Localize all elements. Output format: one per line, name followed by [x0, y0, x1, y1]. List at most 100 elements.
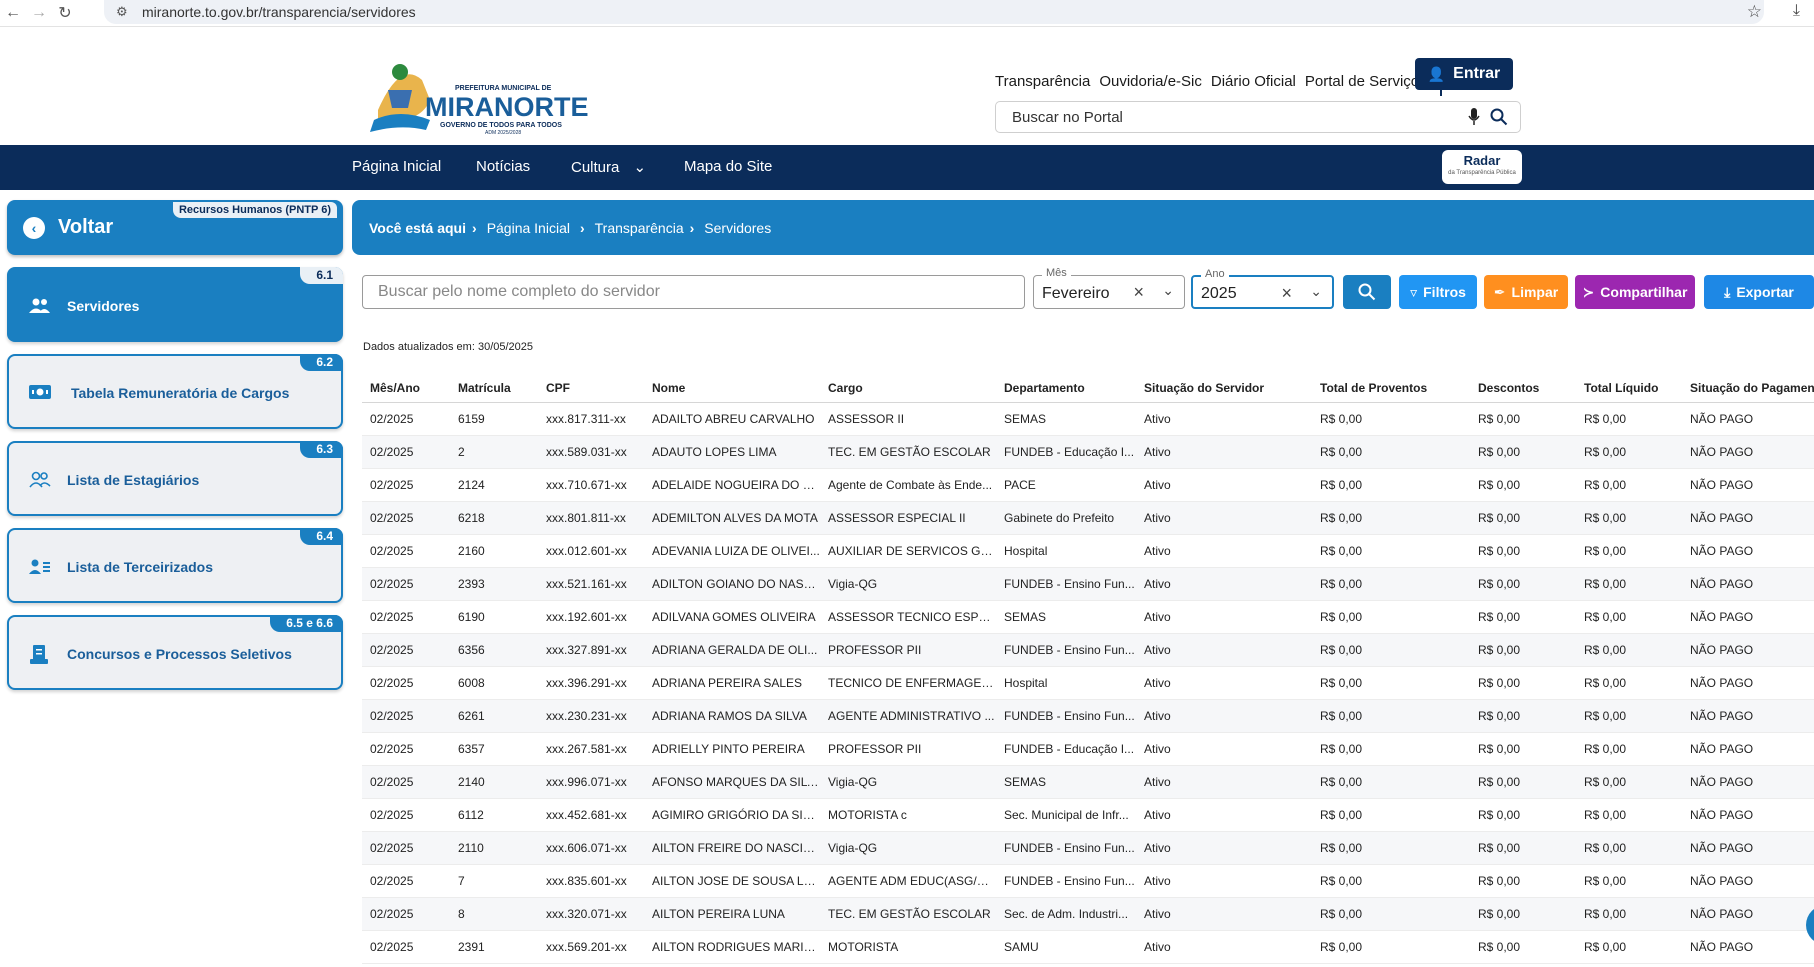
table-cell: Vigia-QG [820, 831, 996, 865]
table-row[interactable]: 02/2025 2110 xxx.606.071-xx AILTON FREIRE D… [362, 831, 1814, 865]
table-row[interactable]: 02/2025 2391 xxx.569.201-xx AILTON RODRIGUE… [362, 930, 1814, 964]
table-cell: Ativo [1136, 699, 1312, 733]
table-row[interactable]: 02/2025 6008 xxx.396.291-xx ADRIANA PEREIRA… [362, 666, 1814, 700]
exportar-button[interactable]: ⤓ Exportar [1704, 275, 1814, 309]
radar-transparencia-badge[interactable]: Radar da Transparência Pública [1442, 150, 1522, 184]
site-settings-icon[interactable]: ⚙ [116, 4, 132, 20]
users-icon [29, 297, 51, 315]
voltar-button[interactable]: ‹ Voltar Recursos Humanos (PNTP 6) [7, 200, 343, 255]
table-row[interactable]: 02/2025 6357 xxx.267.581-xx ADRIELLY PINTO … [362, 732, 1814, 766]
column-header[interactable]: Cargo [820, 374, 996, 403]
table-cell: xxx.801.811-xx [538, 501, 644, 535]
table-cell: 6218 [450, 501, 538, 535]
clear-icon[interactable]: × [1281, 283, 1292, 304]
table-row[interactable]: 02/2025 7 xxx.835.601-xx AILTON JOSE DE SOU… [362, 864, 1814, 898]
table-cell: ADAILTO ABREU CARVALHO [644, 402, 820, 436]
table-row[interactable]: 02/2025 2124 xxx.710.671-xx ADELAIDE NOGUEI… [362, 468, 1814, 502]
table-cell: 2 [450, 435, 538, 469]
column-header[interactable]: Matrícula [450, 374, 538, 403]
table-cell: R$ 0,00 [1470, 765, 1576, 799]
column-header[interactable]: Mês/Ano [362, 374, 450, 403]
nav-noticias[interactable]: Notícias [476, 158, 530, 175]
sidebar-item-label: Servidores [67, 298, 140, 314]
table-row[interactable]: 02/2025 8 xxx.320.071-xx AILTON PEREIRA LUN… [362, 897, 1814, 931]
table-cell: NÃO PAGO [1682, 666, 1814, 700]
table-cell: xxx.710.671-xx [538, 468, 644, 502]
table-row[interactable]: 02/2025 6261 xxx.230.231-xx ADRIANA RAMOS D… [362, 699, 1814, 733]
sidebar-item-tabela-remuneratoria[interactable]: 6.2 Tabela Remuneratória de Cargos [7, 354, 343, 429]
link-diario-oficial[interactable]: Diário Oficial [1211, 73, 1296, 90]
table-cell: ADAUTO LOPES LIMA [644, 435, 820, 469]
ano-value: 2025 [1201, 285, 1237, 302]
search-button[interactable] [1343, 275, 1391, 309]
table-row[interactable]: 02/2025 6112 xxx.452.681-xx AGIMIRO GRIGÓRI… [362, 798, 1814, 832]
nav-cultura-label: Cultura [571, 159, 620, 176]
mes-select[interactable]: Mês Fevereiro × ⌄ [1033, 267, 1185, 309]
nav-cultura[interactable]: Cultura ⌄ [571, 158, 646, 176]
filtros-button[interactable]: ▿ Filtros [1399, 275, 1477, 309]
table-cell: Ativo [1136, 732, 1312, 766]
column-header[interactable]: Total Líquido [1576, 374, 1682, 403]
column-header[interactable]: CPF [538, 374, 644, 403]
sidebar-item-estagiarios[interactable]: 6.3 Lista de Estagiários [7, 441, 343, 516]
table-cell: NÃO PAGO [1682, 435, 1814, 469]
table-cell: xxx.230.231-xx [538, 699, 644, 733]
table-row[interactable]: 02/2025 2393 xxx.521.161-xx ADILTON GOIANO … [362, 567, 1814, 601]
sidebar-item-terceirizados[interactable]: 6.4 Lista de Terceirizados [7, 528, 343, 603]
chevron-down-icon[interactable]: ⌄ [1310, 283, 1322, 300]
table-cell: 6159 [450, 402, 538, 436]
nav-pagina-inicial[interactable]: Página Inicial [352, 158, 441, 175]
nav-mapa-do-site[interactable]: Mapa do Site [684, 158, 772, 175]
breadcrumb-transparencia[interactable]: Transparência [595, 220, 684, 236]
portal-search-input[interactable]: Buscar no Portal [995, 101, 1521, 133]
table-row[interactable]: 02/2025 6190 xxx.192.601-xx ADILVANA GOMES … [362, 600, 1814, 634]
column-header[interactable]: Situação do Pagamento [1682, 374, 1814, 403]
search-icon[interactable] [1490, 108, 1508, 126]
table-row[interactable]: 02/2025 6159 xxx.817.311-xx ADAILTO ABREU C… [362, 402, 1814, 436]
compartilhar-button[interactable]: ≻ Compartilhar [1575, 275, 1695, 309]
download-icon[interactable]: ⤓ [1793, 2, 1800, 20]
microphone-icon[interactable] [1468, 108, 1480, 126]
site-header: PREFEITURA MUNICIPAL DE MIRANORTE GOVERN… [0, 28, 1814, 145]
prefeitura-logo[interactable]: PREFEITURA MUNICIPAL DE MIRANORTE GOVERN… [360, 50, 590, 136]
breadcrumb-pagina-inicial[interactable]: Página Inicial [487, 220, 570, 236]
table-cell: xxx.835.601-xx [538, 864, 644, 898]
column-header[interactable]: Descontos [1470, 374, 1576, 403]
ano-select[interactable]: Ano 2025 × ⌄ [1191, 268, 1334, 309]
sidebar-item-servidores[interactable]: 6.1 Servidores [7, 267, 343, 342]
table-cell: Vigia-QG [820, 567, 996, 601]
link-ouvidoria[interactable]: Ouvidoria/e-Sic [1099, 73, 1202, 90]
table-cell: 2393 [450, 567, 538, 601]
table-cell: R$ 0,00 [1576, 567, 1682, 601]
column-header[interactable]: Departamento [996, 374, 1136, 403]
table-cell: ADRIELLY PINTO PEREIRA [644, 732, 820, 766]
item-number: 6.2 [300, 354, 343, 371]
entrar-button[interactable]: 👤 Entrar [1415, 58, 1513, 90]
link-portal-servicos[interactable]: Portal de Serviços [1305, 73, 1427, 90]
chevron-down-icon[interactable]: ⌄ [1162, 282, 1174, 299]
table-cell: 6190 [450, 600, 538, 634]
table-row[interactable]: 02/2025 2160 xxx.012.601-xx ADEVANIA LUIZA … [362, 534, 1814, 568]
table-cell: 02/2025 [362, 930, 450, 964]
sidebar-item-concursos[interactable]: 6.5 e 6.6 Concursos e Processos Seletivo… [7, 615, 343, 690]
table-row[interactable]: 02/2025 6218 xxx.801.811-xx ADEMILTON ALVES… [362, 501, 1814, 535]
voltar-label: Voltar [58, 216, 114, 238]
column-header[interactable]: Total de Proventos [1312, 374, 1470, 403]
table-row[interactable]: 02/2025 2140 xxx.996.071-xx AFONSO MARQUES … [362, 765, 1814, 799]
table-cell: ADRIANA PEREIRA SALES [644, 666, 820, 700]
address-bar[interactable]: ⚙ miranorte.to.gov.br/transparencia/serv… [104, 0, 1764, 24]
clear-icon[interactable]: × [1133, 282, 1144, 303]
link-transparencia[interactable]: Transparência [995, 73, 1090, 90]
column-header[interactable]: Situação do Servidor [1136, 374, 1312, 403]
logo-adm-text: ADM 2025/2028 [485, 130, 521, 136]
logo-name-text: MIRANORTE [425, 92, 589, 122]
forward-icon[interactable]: → [26, 2, 52, 24]
back-icon[interactable]: ← [0, 2, 26, 24]
reload-icon[interactable]: ↻ [52, 2, 78, 24]
bookmark-star-icon[interactable]: ☆ [1747, 2, 1762, 22]
limpar-button[interactable]: ✒ Limpar [1484, 275, 1568, 309]
table-row[interactable]: 02/2025 6356 xxx.327.891-xx ADRIANA GERALDA… [362, 633, 1814, 667]
table-row[interactable]: 02/2025 2 xxx.589.031-xx ADAUTO LOPES LIMA T… [362, 435, 1814, 469]
column-header[interactable]: Nome [644, 374, 820, 403]
servidor-search-input[interactable]: Buscar pelo nome completo do servidor [362, 275, 1025, 309]
